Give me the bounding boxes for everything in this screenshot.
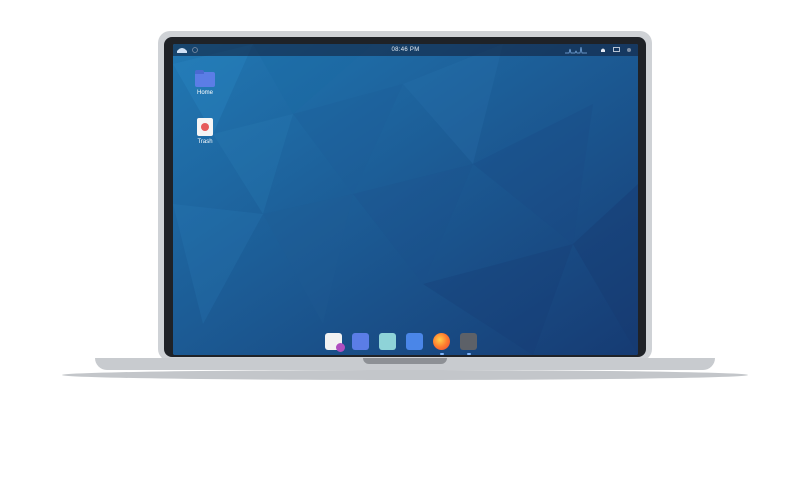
system-monitor-icon[interactable] bbox=[565, 44, 587, 56]
desktop-icon-label: Trash bbox=[197, 139, 213, 145]
wallpaper bbox=[173, 44, 638, 355]
dock bbox=[325, 330, 477, 355]
notification-bell-icon[interactable] bbox=[600, 44, 606, 56]
app-store-icon[interactable] bbox=[406, 332, 423, 350]
folder-icon bbox=[195, 70, 215, 87]
desktop-screen: 08:46 PM Home Trash bbox=[173, 44, 638, 355]
display-icon[interactable] bbox=[613, 44, 620, 56]
document-editor-icon[interactable] bbox=[325, 332, 345, 352]
desktop-icon-home[interactable]: Home bbox=[185, 70, 225, 96]
laptop-shadow bbox=[62, 370, 748, 380]
desktop-icon-trash[interactable]: Trash bbox=[185, 118, 225, 145]
trash-icon bbox=[197, 118, 213, 136]
firefox-icon[interactable] bbox=[433, 332, 450, 355]
top-panel: 08:46 PM bbox=[173, 44, 638, 56]
desktop-icon-label: Home bbox=[196, 90, 213, 96]
settings-icon[interactable] bbox=[626, 44, 632, 56]
terminal-icon[interactable] bbox=[460, 332, 477, 355]
video-player-icon[interactable] bbox=[379, 332, 396, 350]
laptop-notch bbox=[363, 358, 447, 364]
files-icon[interactable] bbox=[352, 332, 369, 350]
